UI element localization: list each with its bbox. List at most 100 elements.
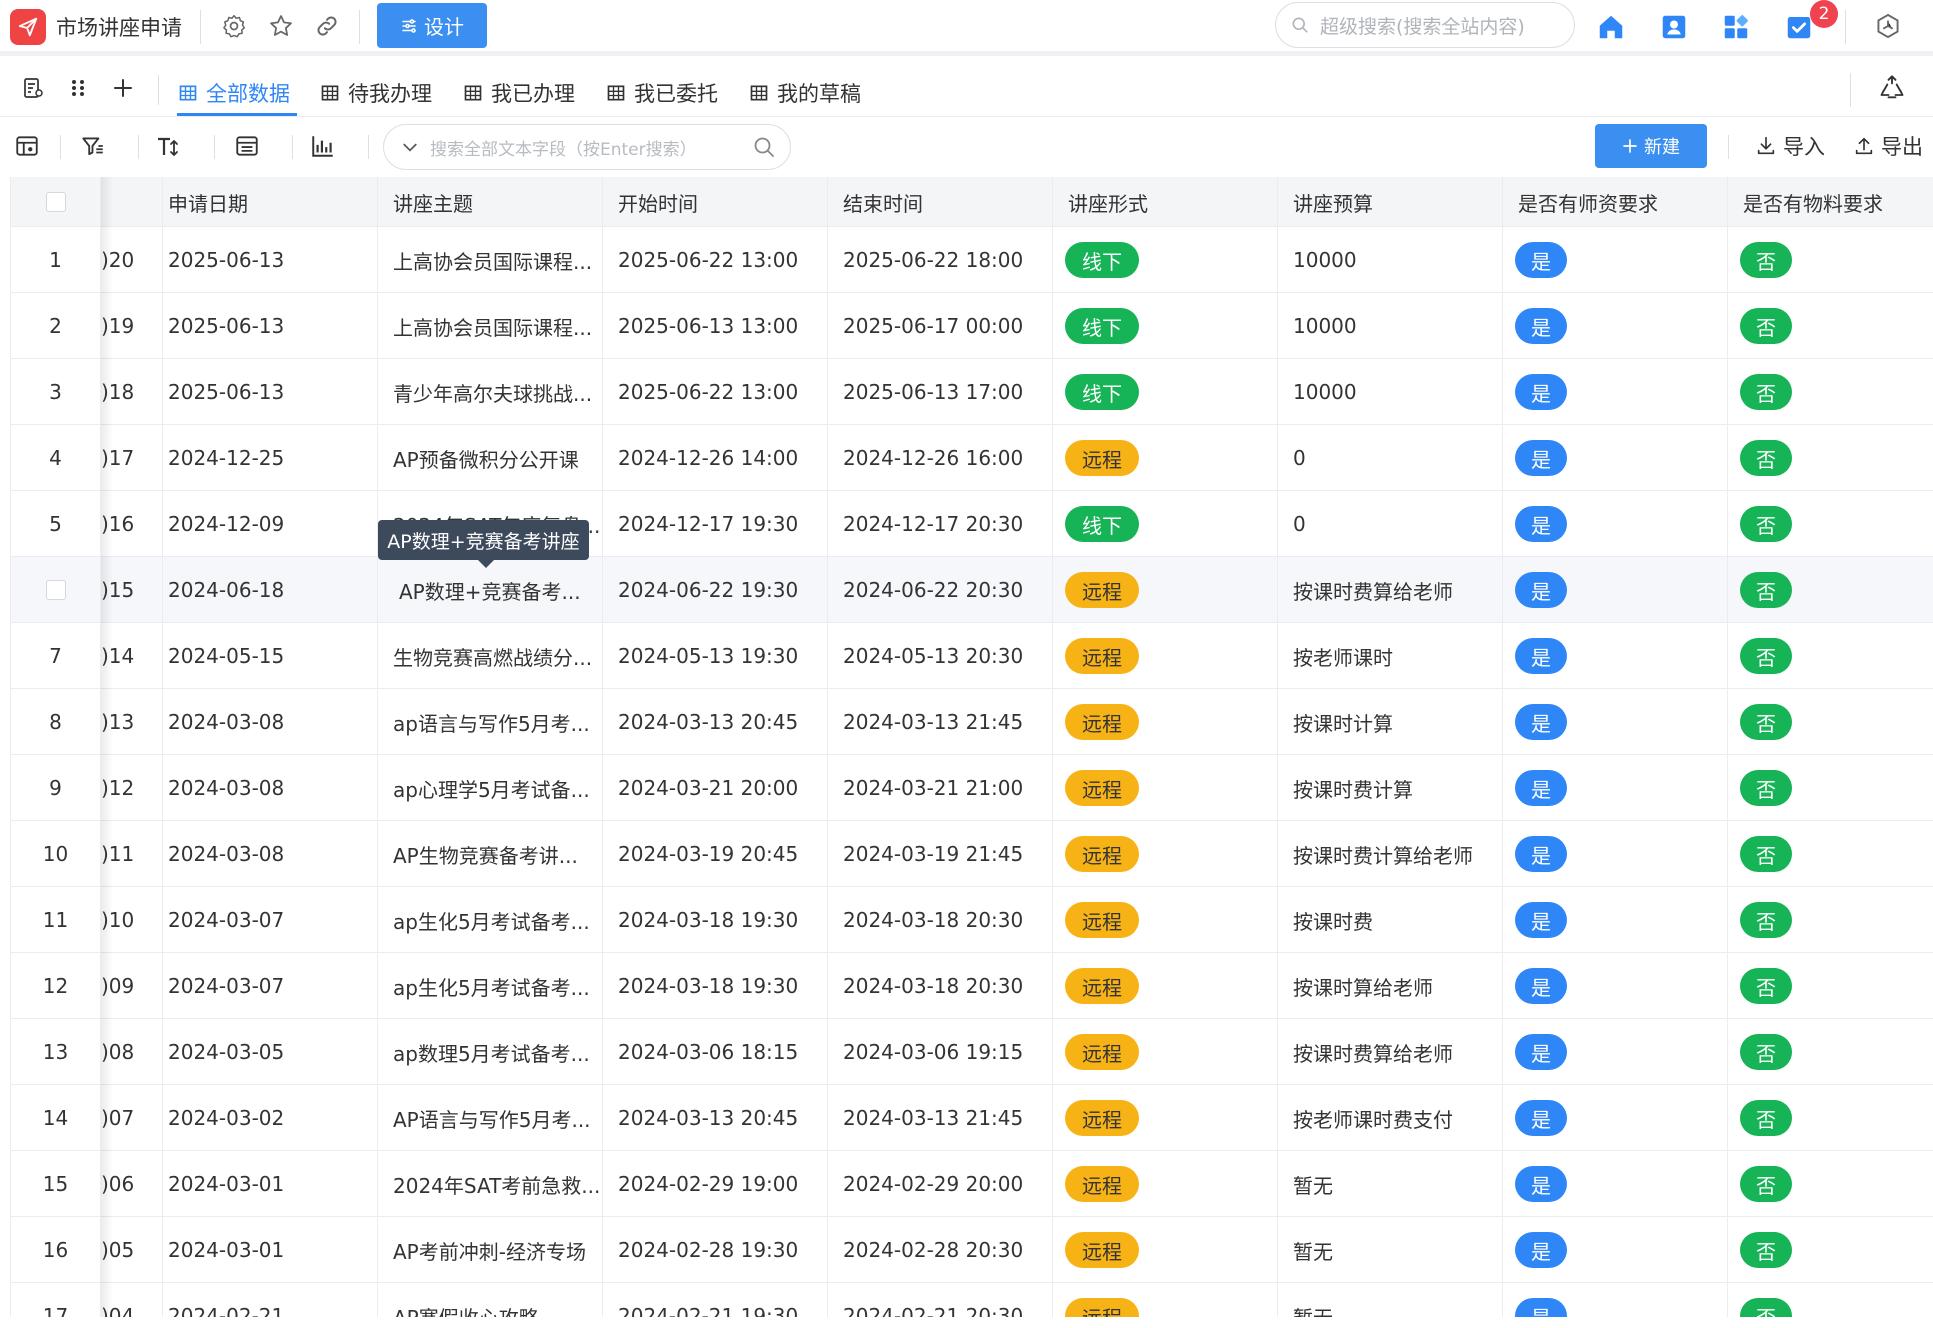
cell-topic[interactable]: 上高协会员国际课程... [378,293,603,359]
cell-format[interactable]: 远程 [1053,1085,1278,1151]
cell-apply-date[interactable]: 2024-12-25 [153,425,378,491]
cell-topic[interactable]: 2024年SAT考前急救... [378,1151,603,1217]
cell-row-number[interactable]: 1 [11,227,101,293]
cell-apply-date[interactable]: 2024-03-07 [153,887,378,953]
filter-icon[interactable] [78,131,108,161]
cell-end-time[interactable]: 2024-03-19 21:45 [828,821,1053,887]
cell-teacher-req[interactable]: 是 [1503,227,1728,293]
cell-material-req[interactable]: 否 [1728,755,1933,821]
drag-dots-icon[interactable] [63,73,93,103]
cell-row-number[interactable]: 2 [11,293,101,359]
cell-end-time[interactable]: 2024-12-17 20:30 [828,491,1053,557]
cell-start-time[interactable]: 2024-12-17 19:30 [603,491,828,557]
cell-topic[interactable]: 上高协会员国际课程... [378,227,603,293]
cell-material-req[interactable]: 否 [1728,623,1933,689]
cell-budget[interactable]: 暂无 [1278,1217,1503,1283]
home-icon[interactable] [1595,11,1627,43]
cell-format[interactable]: 远程 [1053,953,1278,1019]
cell-topic[interactable]: AP寒假收心攻略 [378,1283,603,1317]
cell-apply-date[interactable]: 2024-02-21 [153,1283,378,1317]
cell-budget[interactable]: 按课时计算 [1278,689,1503,755]
cell-apply-date[interactable]: 2024-12-09 [153,491,378,557]
cell-end-time[interactable]: 2024-03-18 20:30 [828,953,1053,1019]
cell-material-req[interactable]: 否 [1728,821,1933,887]
cell-start-time[interactable]: 2024-02-29 19:00 [603,1151,828,1217]
cell-row-number[interactable]: 16 [11,1217,101,1283]
cell-budget[interactable]: 10000 [1278,227,1503,293]
cell-format[interactable]: 远程 [1053,1151,1278,1217]
import-button[interactable]: 导入 [1755,131,1825,161]
cell-format[interactable]: 远程 [1053,1283,1278,1317]
cell-budget[interactable]: 10000 [1278,293,1503,359]
cell-format[interactable]: 远程 [1053,689,1278,755]
row-checkbox[interactable] [45,580,66,600]
table-search-input[interactable]: 搜索全部文本字段（按Enter搜索） [383,124,791,170]
cell-row-number[interactable]: 8 [11,689,101,755]
cell-apply-date[interactable]: 2024-03-05 [153,1019,378,1085]
cell-teacher-req[interactable]: 是 [1503,689,1728,755]
cell-teacher-req[interactable]: 是 [1503,623,1728,689]
cell-row-number[interactable]: 17 [11,1283,101,1317]
table-row[interactable]: 4)17 2024-12-25 AP预备微积分公开课 2024-12-26 14:00… [11,425,1933,491]
cell-material-req[interactable]: 否 [1728,1217,1933,1283]
cell-topic[interactable]: 生物竞赛高燃战绩分... [378,623,603,689]
tab-drafts[interactable]: 我的草稿 [749,73,861,113]
view-mode-icon[interactable] [12,131,42,161]
settings-icon[interactable] [219,11,249,41]
tab-handled[interactable]: 我已办理 [463,73,575,113]
cell-start-time[interactable]: 2024-05-13 19:30 [603,623,828,689]
table-row[interactable]: 9)12 2024-03-08 ap心理学5月考试备... 2024-03-21 20… [11,755,1933,821]
table-row[interactable]: )15 2024-06-18 AP数理+竞赛备考... 2024-06-22 19:3… [11,557,1933,623]
cell-topic[interactable]: ap生化5月考试备考... [378,953,603,1019]
cell-material-req[interactable]: 否 [1728,953,1933,1019]
cell-teacher-req[interactable]: 是 [1503,887,1728,953]
cell-format[interactable]: 线下 [1053,227,1278,293]
header-end-time[interactable]: 结束时间 [828,177,1053,227]
cell-format[interactable]: 线下 [1053,293,1278,359]
recycle-icon[interactable] [1877,73,1907,103]
cell-row-number[interactable]: 5 [11,491,101,557]
cell-end-time[interactable]: 2024-02-21 20:30 [828,1283,1053,1317]
cell-teacher-req[interactable]: 是 [1503,359,1728,425]
cell-budget[interactable]: 按课时算给老师 [1278,953,1503,1019]
cell-topic[interactable]: AP生物竞赛备考讲... [378,821,603,887]
cell-start-time[interactable]: 2024-03-19 20:45 [603,821,828,887]
cell-start-time[interactable]: 2024-02-28 19:30 [603,1217,828,1283]
cell-material-req[interactable]: 否 [1728,425,1933,491]
cell-format[interactable]: 远程 [1053,557,1278,623]
paper-plane-icon[interactable] [10,9,46,45]
table-row[interactable]: 11)10 2024-03-07 ap生化5月考试备考... 2024-03-18 1… [11,887,1933,953]
cell-topic[interactable]: AP预备微积分公开课 [378,425,603,491]
cell-topic[interactable]: AP考前冲刺-经济专场 [378,1217,603,1283]
cell-format[interactable]: 远程 [1053,887,1278,953]
cell-teacher-req[interactable]: 是 [1503,293,1728,359]
cell-end-time[interactable]: 2024-03-13 21:45 [828,689,1053,755]
cell-end-time[interactable]: 2024-03-21 21:00 [828,755,1053,821]
cell-end-time[interactable]: 2024-03-13 21:45 [828,1085,1053,1151]
cell-start-time[interactable]: 2024-03-06 18:15 [603,1019,828,1085]
header-format[interactable]: 讲座形式 [1053,177,1278,227]
cell-material-req[interactable]: 否 [1728,887,1933,953]
text-size-icon[interactable] [155,131,185,161]
cell-start-time[interactable]: 2024-02-21 19:30 [603,1283,828,1317]
cell-row-number[interactable]: 4 [11,425,101,491]
cell-budget[interactable]: 按课时费计算给老师 [1278,821,1503,887]
cell-row-number[interactable]: 11 [11,887,101,953]
cell-format[interactable]: 远程 [1053,623,1278,689]
cell-teacher-req[interactable]: 是 [1503,755,1728,821]
cell-teacher-req[interactable]: 是 [1503,1085,1728,1151]
cell-end-time[interactable]: 2025-06-17 00:00 [828,293,1053,359]
cell-end-time[interactable]: 2025-06-13 17:00 [828,359,1053,425]
apps-icon[interactable] [1720,11,1752,43]
table-row[interactable]: 2)19 2025-06-13 上高协会员国际课程... 2025-06-13 13:… [11,293,1933,359]
cell-row-number[interactable]: 13 [11,1019,101,1085]
chevron-down-icon[interactable] [400,137,420,157]
header-start-time[interactable]: 开始时间 [603,177,828,227]
header-topic[interactable]: 讲座主题 [378,177,603,227]
table-row[interactable]: 1)20 2025-06-13 上高协会员国际课程... 2025-06-22 13:… [11,227,1933,293]
header-budget[interactable]: 讲座预算 [1278,177,1503,227]
header-apply-date[interactable]: 申请日期 [153,177,378,227]
table-row[interactable]: 3)18 2025-06-13 青少年高尔夫球挑战... 2025-06-22 13:… [11,359,1933,425]
cell-budget[interactable]: 按课时费 [1278,887,1503,953]
cell-start-time[interactable]: 2024-06-22 19:30 [603,557,828,623]
